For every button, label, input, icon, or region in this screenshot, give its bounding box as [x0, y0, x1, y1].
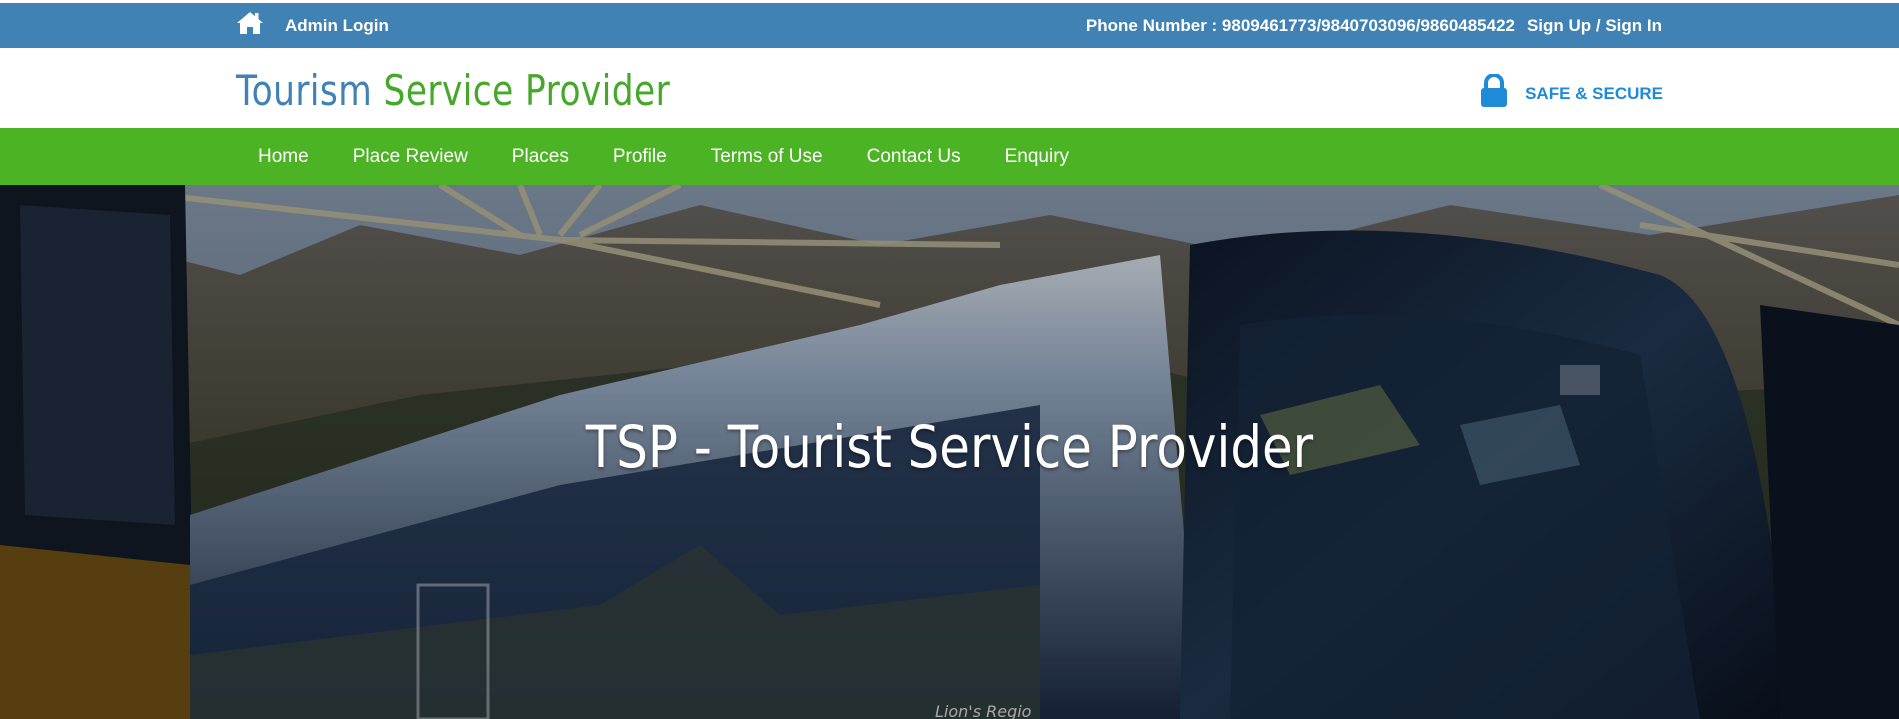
site-logo[interactable]: Tourism Service Provider — [236, 66, 670, 115]
nav-item-profile[interactable]: Profile — [591, 128, 689, 185]
nav-item-enquiry[interactable]: Enquiry — [983, 128, 1091, 185]
nav-item-place-review[interactable]: Place Review — [331, 128, 490, 185]
brand-word-tourism: Tourism — [236, 66, 373, 115]
hero-banner: Lion's Regio TSP - Tourist Service Provi… — [0, 185, 1899, 719]
safe-secure-label: SAFE & SECURE — [1525, 84, 1663, 103]
home-icon[interactable] — [236, 11, 264, 35]
nav-item-places[interactable]: Places — [490, 128, 591, 185]
main-nav: Home Place Review Places Profile Terms o… — [0, 128, 1899, 185]
nav-item-contact-us[interactable]: Contact Us — [845, 128, 983, 185]
hero-title: TSP - Tourist Service Provider — [585, 413, 1314, 481]
lock-icon — [1481, 74, 1508, 107]
sign-up-sign-in-link[interactable]: Sign Up / Sign In — [1527, 16, 1662, 36]
brand-header: Tourism Service Provider SAFE & SECURE — [0, 48, 1899, 128]
admin-login-link[interactable]: Admin Login — [285, 16, 389, 36]
top-bar: Admin Login Phone Number : 9809461773/98… — [0, 3, 1899, 48]
phone-number: Phone Number : 9809461773/9840703096/986… — [1085, 16, 1515, 35]
nav-item-home[interactable]: Home — [236, 128, 331, 185]
nav-item-terms-of-use[interactable]: Terms of Use — [689, 128, 845, 185]
nav-list: Home Place Review Places Profile Terms o… — [236, 128, 1091, 185]
brand-word-service-provider: Service Provider — [383, 66, 671, 115]
safe-secure-badge: SAFE & SECURE — [1480, 74, 1663, 108]
